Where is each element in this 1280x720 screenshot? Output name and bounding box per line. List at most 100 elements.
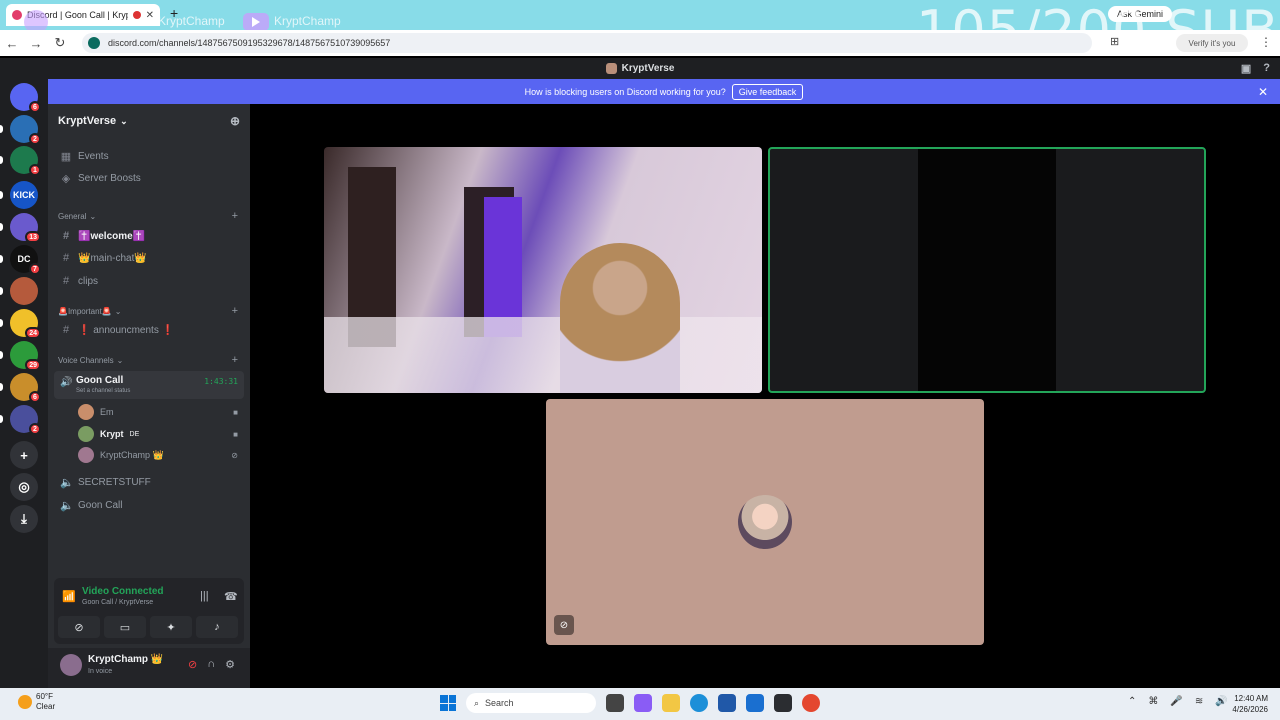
chrome-icon[interactable] xyxy=(802,694,820,712)
server-header[interactable]: KryptVerse ⌄ ⊕ xyxy=(48,104,250,138)
give-feedback-button[interactable]: Give feedback xyxy=(731,83,804,100)
category-important[interactable]: 🚨Important🚨 ⌄ xyxy=(58,307,121,316)
url-field[interactable]: discord.com/channels/1487567509195329678… xyxy=(82,33,1092,53)
server-icon-server-10[interactable]: 2 xyxy=(0,405,41,435)
unread-indicator xyxy=(0,125,3,133)
reload-icon[interactable]: ↻ xyxy=(48,35,72,51)
play-icon xyxy=(243,13,269,31)
channel-announcements[interactable]: # ❗ announcments ❗ xyxy=(54,320,244,340)
voice-member[interactable]: Em ■ xyxy=(78,403,238,421)
server-icon-server-2[interactable]: 1 xyxy=(0,146,41,176)
video-tile-krypt-speaking[interactable] xyxy=(768,147,1206,393)
weather-widget[interactable]: 60°F Clear xyxy=(18,692,55,712)
category-voice[interactable]: Voice Channels ⌄ xyxy=(58,356,123,365)
outlook-icon[interactable] xyxy=(746,694,764,712)
discord-taskbar-icon[interactable] xyxy=(774,694,792,712)
taskbar-search[interactable]: ⌕ Search xyxy=(466,693,596,713)
video-tile-kryptchamp[interactable]: ⊘ xyxy=(546,399,984,645)
camera-off-button[interactable]: ⊘ xyxy=(58,616,100,638)
back-icon[interactable]: ← xyxy=(0,36,24,51)
mic-muted-icon[interactable]: ⊘ xyxy=(188,658,197,671)
edge-icon[interactable] xyxy=(690,694,708,712)
disconnect-icon[interactable]: ☎ xyxy=(224,590,238,603)
username[interactable]: KryptChamp 👑 xyxy=(88,654,163,665)
server-boosts-item[interactable]: ◈ Server Boosts xyxy=(54,168,244,188)
channel-main-chat[interactable]: # 👑main-chat👑 xyxy=(54,248,244,268)
events-item[interactable]: ▦ Events xyxy=(54,146,244,166)
close-tab-icon[interactable]: ✕ xyxy=(146,10,154,21)
share-screen-button[interactable]: ▭ xyxy=(104,616,146,638)
voice-channel-label: Goon Call xyxy=(78,499,123,511)
channel-status[interactable]: Set a channel status xyxy=(76,388,130,394)
address-bar: ← → ↻ discord.com/channels/1487567509195… xyxy=(0,30,1280,56)
voice-channel-goon-call-active[interactable]: 🔊 Goon Call Set a channel status 1:43:31 xyxy=(54,371,244,399)
noise-suppression-icon[interactable]: ||| xyxy=(200,590,209,602)
profile-button[interactable]: Verify it's you xyxy=(1176,34,1248,52)
server-icon-dc-server[interactable]: DC 7 xyxy=(0,245,41,275)
clock[interactable]: 12:40 AM 4/26/2026 xyxy=(1220,693,1268,715)
download-icon[interactable]: ⤓ xyxy=(10,505,38,533)
windows-start-icon[interactable] xyxy=(440,695,456,711)
add-server-icon[interactable]: + xyxy=(10,441,38,469)
avatar[interactable] xyxy=(60,654,82,676)
banner-text: How is blocking users on Discord working… xyxy=(524,86,726,97)
recording-icon xyxy=(132,11,141,19)
extensions-icon[interactable]: ⊞ xyxy=(1110,35,1119,48)
file-explorer-icon[interactable] xyxy=(662,694,680,712)
voice-member[interactable]: KryptChamp 👑 ⊘ xyxy=(78,446,238,464)
unread-indicator xyxy=(0,287,3,295)
server-icon-discord-home[interactable]: 6 xyxy=(10,83,41,113)
copilot-icon[interactable] xyxy=(634,694,652,712)
add-member-icon[interactable]: ⊕ xyxy=(230,114,240,128)
server-rail: 6 2 1 KICK 13 DC 7 24 29 6 2 + ◎ ⤓ xyxy=(0,79,48,688)
server-icon-server-1[interactable]: 2 xyxy=(0,115,41,145)
server-icon-server-4[interactable]: 13 xyxy=(0,213,41,243)
voice-channel-secretstuff[interactable]: 🔈 SECRETSTUFF xyxy=(54,472,244,492)
category-general[interactable]: General ⌄ xyxy=(58,212,96,221)
category-label: General xyxy=(58,212,87,221)
server-icon xyxy=(605,63,617,74)
explore-icon[interactable]: ◎ xyxy=(10,473,38,501)
mention-badge: 24 xyxy=(25,327,41,339)
site-info-icon[interactable] xyxy=(88,37,100,49)
mic-muted-icon: ⊘ xyxy=(231,450,238,460)
create-channel-icon[interactable]: + xyxy=(232,354,238,366)
video-stage: ⊘ xyxy=(250,104,1280,688)
voice-status-subtitle[interactable]: Goon Call / KryptVerse xyxy=(82,599,153,606)
create-channel-icon[interactable]: + xyxy=(232,305,238,317)
chevron-down-icon: ⌄ xyxy=(120,115,128,126)
soundboard-button[interactable]: ♪ xyxy=(196,616,238,638)
close-icon[interactable]: ✕ xyxy=(1258,85,1268,99)
gear-icon[interactable]: ⚙ xyxy=(225,658,235,671)
signal-icon[interactable]: 📶 xyxy=(62,590,76,603)
voice-channel-goon-call[interactable]: 🔈 Goon Call xyxy=(54,495,244,515)
network-icon[interactable]: ⌘ xyxy=(1148,696,1158,707)
server-icon-server-9[interactable]: 6 xyxy=(0,373,41,403)
forward-icon[interactable]: → xyxy=(24,36,48,51)
store-icon[interactable] xyxy=(718,694,736,712)
feedback-banner: How is blocking users on Discord working… xyxy=(48,79,1280,104)
video-tile-em[interactable] xyxy=(324,147,762,393)
help-icon[interactable]: ? xyxy=(1263,62,1270,75)
browser-menu-icon[interactable]: ⋮ xyxy=(1260,35,1272,49)
server-icon-kick-server[interactable]: KICK xyxy=(0,181,38,209)
voice-member[interactable]: Krypt DE ■ xyxy=(78,425,238,443)
server-icon-server-8[interactable]: 29 xyxy=(0,341,41,371)
headphones-icon[interactable]: ∩ xyxy=(207,658,215,671)
channel-clips[interactable]: # clips xyxy=(54,271,244,291)
mention-badge: 29 xyxy=(25,359,41,371)
activities-button[interactable]: ✦ xyxy=(150,616,192,638)
user-status: In voice xyxy=(88,668,113,675)
channel-sidebar: KryptVerse ⌄ ⊕ ▦ Events ◈ Server Boosts … xyxy=(48,104,250,688)
server-icon-server-7[interactable]: 24 xyxy=(0,309,41,339)
create-channel-icon[interactable]: + xyxy=(232,210,238,222)
wifi-icon[interactable]: ≋ xyxy=(1195,696,1203,707)
weather-icon xyxy=(18,695,32,709)
video-feed xyxy=(918,149,1056,391)
chevron-up-icon[interactable]: ⌃ xyxy=(1128,696,1136,707)
inbox-icon[interactable]: ▣ xyxy=(1241,62,1251,75)
channel-welcome[interactable]: # ✝️welcome✝️ xyxy=(54,226,244,246)
task-view-icon[interactable] xyxy=(606,694,624,712)
microphone-icon[interactable]: 🎤 xyxy=(1170,696,1182,707)
server-icon-server-6[interactable] xyxy=(0,277,38,305)
